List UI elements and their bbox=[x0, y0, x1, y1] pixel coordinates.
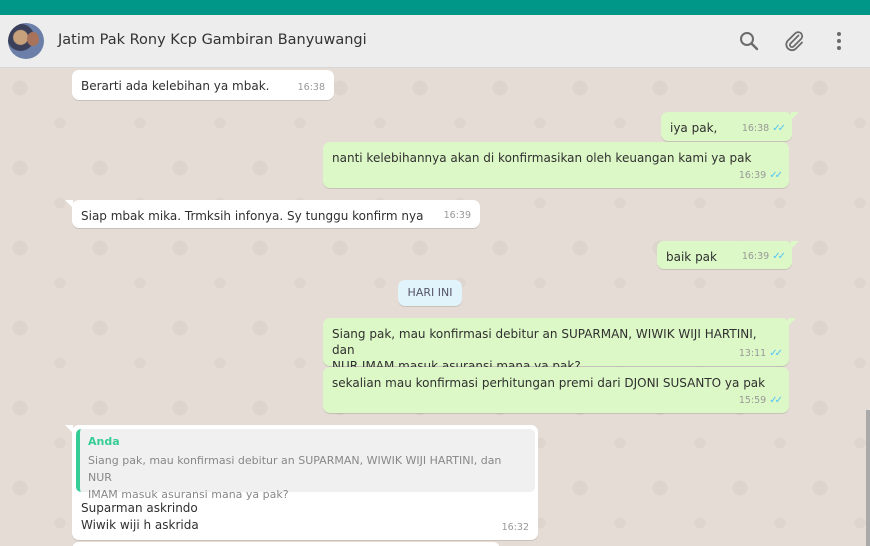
search-icon[interactable] bbox=[737, 29, 761, 53]
message-list[interactable]: Berarti ada kelebihan ya mbak. 16:38 iya… bbox=[0, 68, 870, 546]
message-time: 16:38 bbox=[297, 82, 325, 93]
message-time: 13:11 bbox=[738, 348, 767, 359]
avatar[interactable] bbox=[8, 23, 44, 59]
message-text-line: Wiwik wiji h askrida bbox=[81, 518, 199, 532]
message-outgoing[interactable]: Siang pak, mau konfirmasi debitur an SUP… bbox=[323, 318, 796, 373]
read-ticks-icon: ✓✓ bbox=[769, 170, 783, 181]
message-outgoing[interactable]: sekalian mau konfirmasi perhitungan prem… bbox=[323, 367, 789, 413]
message-text: Siap mbak mika. Trmksih infonya. Sy tung… bbox=[81, 209, 424, 223]
message-outgoing[interactable]: baik pak 16:39 ✓✓ bbox=[657, 241, 799, 269]
message-text: iya pak, bbox=[670, 121, 718, 135]
message-time: 16:38 bbox=[741, 123, 770, 134]
read-ticks-icon: ✓✓ bbox=[769, 395, 783, 406]
message-text: baik pak bbox=[666, 250, 717, 264]
message-text-line: Suparman askrindo bbox=[81, 501, 198, 515]
day-separator: HARI INI bbox=[398, 280, 462, 306]
message-incoming[interactable]: Berarti ada kelebihan ya mbak. 16:38 bbox=[72, 70, 334, 100]
chat-header: Jatim Pak Rony Kcp Gambiran Banyuwangi bbox=[0, 15, 870, 68]
message-outgoing[interactable]: nanti kelebihannya akan di konfirmasikan… bbox=[323, 142, 789, 188]
quote-text-line: Siang pak, mau konfirmasi debitur an SUP… bbox=[88, 454, 502, 484]
quote-author: Anda bbox=[88, 435, 120, 448]
attach-icon[interactable] bbox=[782, 29, 806, 53]
message-time: 16:39 bbox=[741, 251, 770, 262]
menu-icon[interactable] bbox=[827, 29, 851, 53]
message-text-line: Siang pak, mau konfirmasi debitur an SUP… bbox=[332, 327, 757, 357]
message-text: Berarti ada kelebihan ya mbak. bbox=[81, 79, 270, 93]
message-time: 16:39 bbox=[443, 210, 471, 221]
read-ticks-icon: ✓✓ bbox=[772, 123, 786, 134]
message-incoming[interactable]: Siap mbak mika. Trmksih infonya. Sy tung… bbox=[65, 200, 480, 228]
message-time: 15:59 bbox=[738, 395, 767, 406]
message-time: 16:32 bbox=[501, 522, 529, 533]
app-top-bar bbox=[0, 0, 870, 15]
message-time: 16:39 bbox=[738, 170, 767, 181]
message-text: nanti kelebihannya akan di konfirmasikan… bbox=[332, 151, 752, 165]
scrollbar[interactable] bbox=[866, 410, 870, 546]
message-outgoing[interactable]: iya pak, 16:38 ✓✓ bbox=[661, 112, 799, 141]
read-ticks-icon: ✓✓ bbox=[769, 348, 783, 359]
chat-title[interactable]: Jatim Pak Rony Kcp Gambiran Banyuwangi bbox=[58, 32, 367, 48]
message-incoming-reply[interactable]: Anda Siang pak, mau konfirmasi debitur a… bbox=[65, 425, 538, 540]
read-ticks-icon: ✓✓ bbox=[772, 251, 786, 262]
quoted-message[interactable]: Anda Siang pak, mau konfirmasi debitur a… bbox=[76, 429, 535, 501]
message-text: sekalian mau konfirmasi perhitungan prem… bbox=[332, 376, 766, 390]
message-incoming-partial[interactable] bbox=[72, 542, 500, 546]
